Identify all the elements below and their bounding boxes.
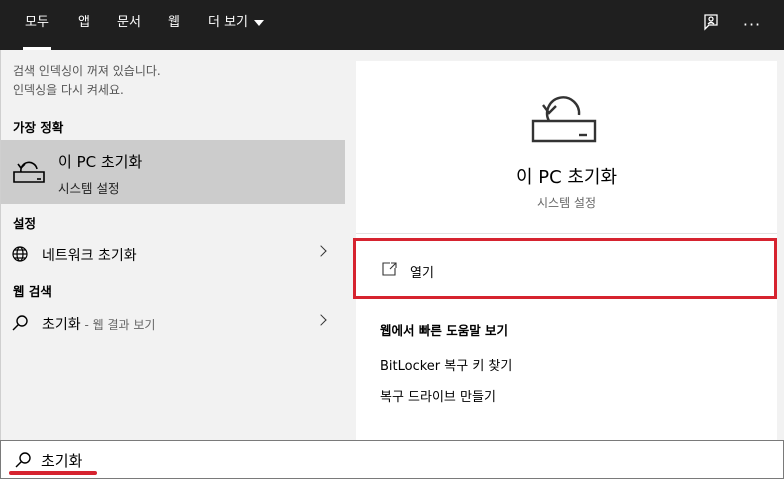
tab-apps[interactable]: 앱 (78, 0, 90, 50)
web-result-suffix: - 웹 결과 보기 (80, 318, 156, 332)
detail-title: 이 PC 초기화 (515, 167, 618, 188)
web-item-label: 초기화 - 웹 결과 보기 (42, 314, 155, 334)
feedback-icon[interactable] (698, 13, 722, 37)
results-panel: 검색 인덱싱이 꺼져 있습니다. 인덱싱을 다시 켜세요. 가장 정확 이 PC… (0, 50, 345, 440)
tab-web[interactable]: 웹 (168, 0, 180, 50)
web-query-text: 초기화 (42, 317, 81, 333)
help-link-recovery-drive[interactable]: 복구 드라이브 만들기 (380, 386, 496, 405)
divider (356, 233, 777, 234)
settings-item-label: 네트워크 초기화 (42, 248, 137, 264)
tab-label: 웹 (168, 15, 180, 30)
reset-pc-icon (13, 161, 45, 183)
settings-network-reset[interactable]: 네트워크 초기화 (1, 237, 345, 271)
tab-label: 앱 (78, 15, 90, 30)
search-bar (0, 440, 784, 479)
more-options-icon[interactable]: ··· (740, 13, 764, 37)
tab-label: 더 보기 (208, 15, 249, 30)
open-external-icon (382, 262, 397, 276)
tab-more[interactable]: 더 보기 (208, 0, 265, 50)
notice-line: 인덱싱을 다시 켜세요. (13, 83, 124, 97)
top-tab-bar: 모두 앱 문서 웹 더 보기 ··· (0, 0, 784, 50)
settings-heading: 설정 (13, 216, 37, 231)
search-input[interactable] (41, 448, 541, 472)
chevron-right-icon[interactable] (315, 314, 327, 326)
web-help-heading: 웹에서 빠른 도움말 보기 (380, 323, 509, 338)
globe-icon (12, 246, 28, 262)
best-match-title: 이 PC 초기화 (58, 153, 143, 171)
help-link-bitlocker[interactable]: BitLocker 복구 키 찾기 (380, 355, 512, 374)
detail-subtitle: 시스템 설정 (536, 196, 596, 210)
annotation-underline (9, 471, 97, 475)
web-search-heading: 웹 검색 (13, 284, 52, 299)
open-button-label: 열기 (410, 266, 434, 281)
best-match-heading: 가장 정확 (13, 120, 64, 135)
tab-label: 모두 (25, 15, 49, 30)
tab-label: 문서 (117, 15, 141, 30)
reset-pc-icon (531, 96, 597, 143)
search-icon (15, 452, 31, 468)
indexing-notice[interactable]: 검색 인덱싱이 꺼져 있습니다. 인덱싱을 다시 켜세요. (13, 62, 161, 100)
open-action[interactable]: 열기 (353, 238, 777, 299)
tab-documents[interactable]: 문서 (117, 0, 141, 50)
caret-down-icon (254, 19, 265, 26)
notice-line: 검색 인덱싱이 꺼져 있습니다. (13, 64, 161, 78)
ellipsis-glyph: ··· (742, 15, 762, 34)
best-match-subtitle: 시스템 설정 (58, 181, 120, 196)
chevron-right-icon[interactable] (315, 245, 327, 257)
web-search-item[interactable]: 초기화 - 웹 결과 보기 (1, 306, 345, 340)
search-icon (12, 315, 28, 331)
best-match-item[interactable]: 이 PC 초기화 시스템 설정 (1, 140, 345, 204)
tab-all[interactable]: 모두 (23, 0, 51, 50)
